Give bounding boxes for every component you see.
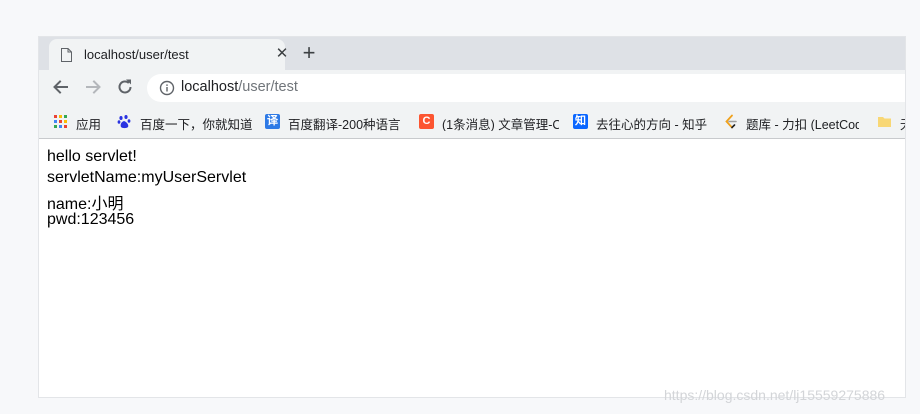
bookmark-zhihu[interactable]: 知 去往心的方向 - 知乎 [573,113,713,131]
bookmark-label: 无 [900,114,905,131]
bookmark-label: 百度翻译-200种语言 [288,118,401,131]
bookmark-baidu-translate[interactable]: 译 百度翻译-200种语言 [265,113,405,131]
close-icon[interactable]: ✕ [273,45,291,63]
bookmark-folder[interactable]: 无 [877,113,905,131]
tab-title: localhost/user/test [84,47,189,62]
bookmark-csdn[interactable]: C (1条消息) 文章管理-C [419,113,559,131]
bookmark-label: (1条消息) 文章管理-C [442,118,559,131]
browser-window: localhost/user/test ✕ + localhost/user/t… [38,36,906,398]
address-bar[interactable]: localhost/user/test [147,74,905,102]
url-path: /user/test [238,79,298,95]
zhihu-icon: 知 [573,114,588,129]
arrow-left-icon[interactable] [51,77,71,97]
info-icon[interactable] [159,80,175,96]
page-text-line: hello servlet! [47,148,137,165]
bookmark-label: 百度一下，你就知道 [140,118,253,131]
toolbar: localhost/user/test [39,70,905,105]
page-text-line: servletName:myUserServlet [47,169,247,186]
watermark: https://blog.csdn.net/lj15559275886 [664,387,886,403]
bookmark-label: 应用 [76,118,102,131]
url-host: localhost [181,79,239,95]
folder-icon [878,117,891,127]
bookmark-baidu[interactable]: 百度一下，你就知道 [117,113,257,131]
reload-icon[interactable] [115,77,135,97]
page-content: hello servlet! servletName:myUserServlet… [39,139,905,397]
arrow-right-icon[interactable] [83,77,103,97]
page-icon [61,48,72,62]
tab-active[interactable]: localhost/user/test ✕ [49,39,288,70]
url-text[interactable]: localhost/user/test [181,79,298,95]
new-tab-button[interactable]: + [298,42,320,64]
baidu-translate-icon: 译 [265,114,280,129]
tab-strip: localhost/user/test ✕ + [39,37,905,70]
bookmarks-bar: 应用 百度一下，你就知道 译 百度翻译-200种语言 C (1条消息) 文章管理… [39,105,905,139]
bookmark-apps[interactable]: 应用 [53,113,113,131]
bookmark-label: 去往心的方向 - 知乎 [596,118,708,131]
bookmark-leetcode[interactable]: 题库 - 力扣 (LeetCod [723,113,859,131]
page-text-line: pwd:123456 [47,211,135,228]
csdn-icon: C [419,114,434,129]
bookmark-label: 题库 - 力扣 (LeetCod [746,118,859,131]
baidu-icon [117,115,131,129]
apps-grid-icon [54,115,67,128]
leetcode-icon [725,114,737,129]
